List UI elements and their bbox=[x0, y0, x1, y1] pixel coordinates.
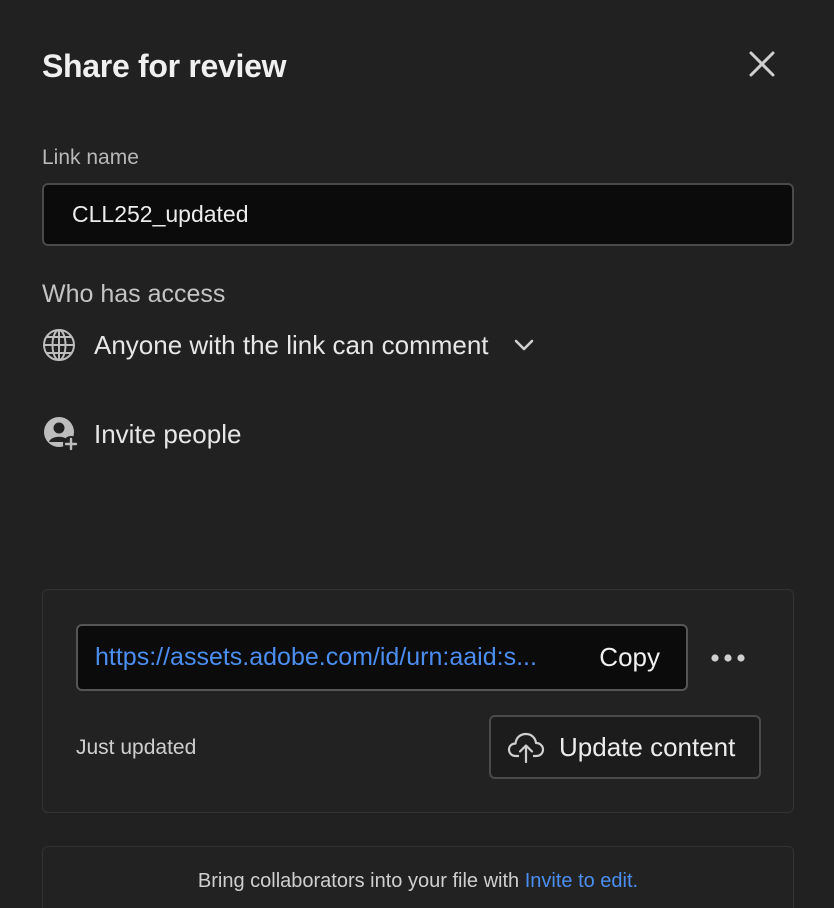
invite-to-edit-link[interactable]: Invite to edit. bbox=[525, 870, 638, 892]
update-content-button[interactable]: Update content bbox=[489, 715, 761, 779]
share-link-card: https://assets.adobe.com/id/urn:aaid:s..… bbox=[42, 589, 794, 813]
banner-text: Bring collaborators into your file with bbox=[197, 870, 525, 892]
add-user-icon bbox=[44, 417, 79, 452]
access-level-dropdown[interactable]: Anyone with the link can comment bbox=[42, 326, 535, 364]
copy-button[interactable]: Copy bbox=[599, 626, 660, 689]
close-icon bbox=[749, 51, 775, 77]
cloud-upload-icon bbox=[507, 732, 545, 764]
invite-people-button[interactable]: Invite people bbox=[42, 414, 241, 454]
share-for-review-dialog: Share for review Link name Who has acces… bbox=[0, 0, 834, 908]
update-status: Just updated bbox=[76, 736, 197, 759]
close-button[interactable] bbox=[744, 46, 780, 82]
access-level-value: Anyone with the link can comment bbox=[94, 329, 489, 360]
update-content-label: Update content bbox=[559, 731, 736, 762]
globe-icon bbox=[43, 329, 75, 361]
invite-people-label: Invite people bbox=[94, 418, 242, 449]
link-name-label: Link name bbox=[42, 146, 139, 169]
chevron-down-icon bbox=[514, 339, 533, 351]
share-link-field[interactable]: https://assets.adobe.com/id/urn:aaid:s..… bbox=[76, 624, 688, 691]
invite-to-edit-banner: Bring collaborators into your file with … bbox=[42, 846, 794, 908]
dialog-title: Share for review bbox=[42, 48, 287, 84]
more-icon bbox=[711, 654, 745, 662]
who-has-access-label: Who has access bbox=[42, 280, 226, 308]
more-options-button[interactable] bbox=[705, 640, 751, 676]
link-name-input[interactable] bbox=[42, 183, 794, 246]
share-link-url[interactable]: https://assets.adobe.com/id/urn:aaid:s..… bbox=[78, 643, 556, 672]
